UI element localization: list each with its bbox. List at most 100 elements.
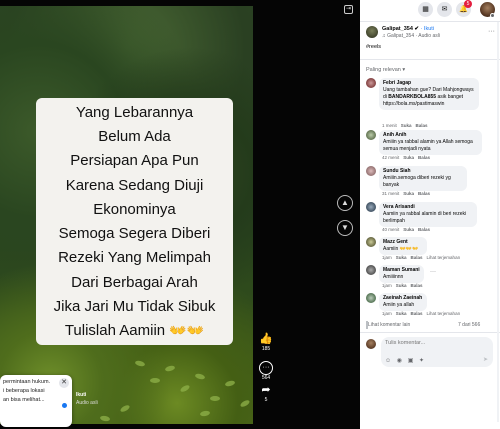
collapse-panel-icon[interactable]: ⇥: [344, 5, 353, 14]
commenter-name[interactable]: Mazz Gent: [383, 239, 423, 246]
reply-link[interactable]: Balas: [411, 283, 423, 288]
reply-link[interactable]: Balas: [418, 227, 430, 232]
like-link[interactable]: Suka: [396, 311, 407, 316]
leaf-shape: [224, 379, 236, 388]
video-author[interactable]: Ikuti Audio asli: [76, 392, 98, 406]
comment-button[interactable]: ··· 564: [258, 356, 274, 382]
close-icon[interactable]: ✕: [59, 378, 69, 388]
comment-bubble: Mazz Gent Aamiin 👐👐👐: [379, 237, 427, 255]
like-link[interactable]: Suka: [403, 155, 414, 160]
verified-icon: ✔: [414, 26, 420, 32]
reel-video[interactable]: Yang Lebarannya Belum Ada Persiapan Apa …: [0, 6, 253, 424]
like-link[interactable]: Suka: [403, 191, 414, 196]
notification-popup[interactable]: permintaan hukum. i beberapa lokasi an b…: [0, 375, 72, 427]
share-count: 5: [264, 397, 268, 403]
divider: [360, 332, 500, 333]
send-icon[interactable]: ➤: [483, 356, 488, 363]
user-avatar: [366, 339, 376, 349]
video-text-overlay: Yang Lebarannya Belum Ada Persiapan Apa …: [36, 98, 233, 345]
comment-meta: 1jam Suka Balas Lihat terjemahan: [382, 311, 464, 316]
comments-panel: ▦ ✉ 🔔 5 Galipat_354 ✔ · Ikuti ♫ Galipat_…: [360, 0, 500, 429]
hashtag-link[interactable]: #reels: [366, 44, 381, 50]
reply-link[interactable]: Balas: [411, 311, 423, 316]
comment-text-part: Aamiin: [383, 246, 399, 252]
leaf-shape: [119, 403, 131, 414]
top-bar: ▦ ✉ 🔔 5: [360, 0, 500, 20]
commenter-avatar[interactable]: [366, 166, 376, 176]
commenter-avatar[interactable]: [366, 265, 376, 275]
commenter-avatar[interactable]: [366, 293, 376, 303]
overlay-line-last: Tulislah Aamiin 👐👐: [65, 320, 204, 341]
open-hands-emoji: 👐👐: [169, 321, 205, 338]
comment-time: 1jam: [382, 311, 392, 316]
commenter-name[interactable]: Vera Arisandi: [383, 204, 473, 211]
notification-badge: 5: [464, 0, 472, 8]
commenter-name[interactable]: Maman Sumani: [383, 267, 420, 274]
comment-bubble: Vera Arisandi Aamiin ya rabbal alamin di…: [379, 202, 477, 227]
commenter-avatar[interactable]: [366, 202, 376, 212]
like-button[interactable]: 👍 185: [258, 333, 274, 353]
menu-grid-icon[interactable]: ▦: [418, 2, 433, 17]
commenter-name[interactable]: Zaeinah Zaeinah: [383, 295, 423, 302]
translate-link[interactable]: Lihat terjemahan: [427, 255, 461, 260]
reply-link[interactable]: Balas: [411, 255, 423, 260]
comment-text: Aamiin ya rabbal alamin di beri rezeki b…: [383, 211, 467, 224]
author-avatar[interactable]: [366, 26, 378, 38]
overlay-line-text: Tulislah Aamiin: [64, 321, 166, 339]
comment-composer[interactable]: ☺ ◉ ▣ ✦ ➤: [381, 337, 493, 367]
comment-input[interactable]: [385, 340, 485, 346]
comment-bubble: Maman Sumani Amiiiinnn: [379, 265, 424, 283]
commenter-avatar[interactable]: [366, 78, 376, 88]
post-author[interactable]: Galipat_354 ✔ · Ikuti: [382, 26, 434, 32]
reply-link[interactable]: Balas: [418, 191, 430, 196]
comment-bubble: Zaeinah Zaeinah Amiin ya allah: [379, 293, 427, 311]
divider: [360, 21, 500, 22]
composer-tool-icons[interactable]: ☺ ◉ ▣ ✦: [385, 357, 426, 364]
reply-link[interactable]: Balas: [416, 123, 428, 128]
previous-reel-button[interactable]: ▲: [337, 195, 353, 211]
like-link[interactable]: Suka: [396, 283, 407, 288]
leaf-shape: [179, 383, 191, 394]
view-more-comments-link[interactable]: Lihat komentar lain: [368, 322, 410, 328]
commenter-name[interactable]: Febri Jagap: [383, 80, 475, 87]
sort-dropdown[interactable]: Paling relevan ▾: [366, 67, 405, 73]
comment-meta: 42 menit Suka Balas: [382, 155, 434, 160]
commenter-avatar[interactable]: [366, 130, 376, 140]
notification-line: an bisa melihat...: [3, 397, 45, 403]
next-reel-button[interactable]: ▼: [337, 220, 353, 236]
leaf-shape: [194, 372, 206, 381]
like-link[interactable]: Suka: [403, 227, 414, 232]
comment-text: Uang tambahan gue? Dari Mahjongways di B…: [383, 87, 475, 108]
comment-icon: ···: [259, 361, 273, 375]
commenter-name[interactable]: Sundu Siah: [383, 168, 463, 175]
like-link[interactable]: Suka: [396, 255, 407, 260]
audio-label: Audio asli: [76, 400, 98, 406]
commenter-avatar[interactable]: [366, 237, 376, 247]
share-button[interactable]: ➦ 5: [258, 384, 274, 404]
commenter-name[interactable]: Anih Anih: [383, 132, 478, 139]
comment-text-bold: BANDARKBOLA855: [388, 94, 437, 100]
post-audio[interactable]: ♫ Galipat_354 · Audio asli: [382, 33, 440, 39]
follow-link[interactable]: · Ikuti: [421, 26, 434, 32]
like-link[interactable]: Suka: [401, 123, 412, 128]
overlay-line: Persiapan Apa Pun: [70, 152, 199, 170]
overlay-line: Ekonominya: [93, 200, 176, 218]
leaf-shape: [199, 410, 211, 417]
comment-meta: 40 menit Suka Balas: [382, 227, 434, 232]
scrollbar[interactable]: [497, 22, 499, 422]
overlay-line: Belum Ada: [98, 128, 171, 146]
author-name[interactable]: Galipat_354: [382, 26, 413, 32]
follow-link[interactable]: Ikuti: [76, 392, 98, 398]
reply-link[interactable]: Balas: [418, 155, 430, 160]
chevron-down-icon: ▼: [341, 223, 349, 232]
comment-text: Amiin ya allah: [383, 302, 415, 308]
messenger-icon[interactable]: ✉: [437, 2, 452, 17]
comment-time: 1 menit: [382, 123, 397, 128]
more-options-icon[interactable]: ···: [488, 28, 495, 35]
comment-bubble: Febri Jagap Uang tambahan gue? Dari Mahj…: [379, 78, 479, 110]
comment-bubble: Anih Anih Amiiin ya rabbal alamin ya All…: [379, 130, 482, 155]
more-options-icon[interactable]: ···: [430, 269, 436, 275]
comment-bubble: Sundu Siah Amiiin.semoga diberi rezeki y…: [379, 166, 467, 191]
notification-line: i beberapa lokasi: [3, 388, 45, 394]
translate-link[interactable]: Lihat terjemahan: [427, 311, 461, 316]
